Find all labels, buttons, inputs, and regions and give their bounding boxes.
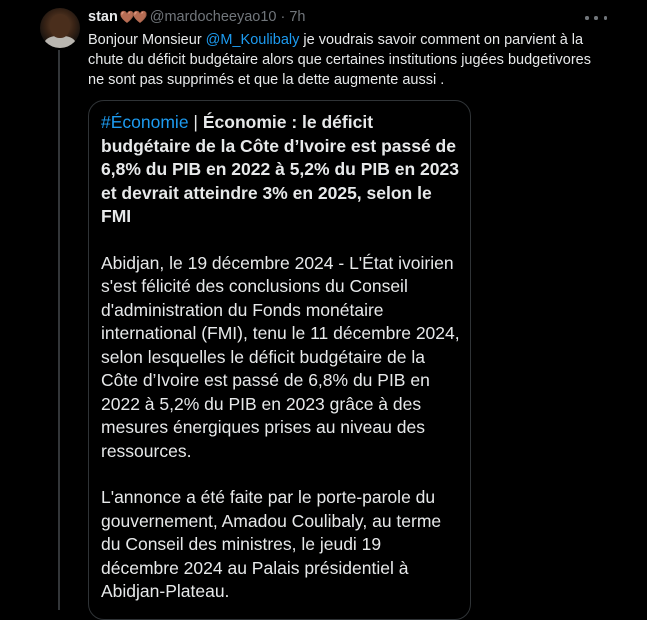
card-paragraph-1: Abidjan, le 19 décembre 2024 - L'État iv… <box>101 252 460 461</box>
more-horizontal-icon[interactable] <box>585 10 607 26</box>
separator-dot: · <box>280 9 286 25</box>
tweet-text: Bonjour Monsieur @M_Koulibaly je voudrai… <box>88 30 608 90</box>
user-handle[interactable]: @mardocheeyao10 <box>150 9 277 25</box>
mention-link[interactable]: @M_Koulibaly <box>206 32 300 48</box>
tweet-text-start: Bonjour Monsieur <box>88 32 206 48</box>
display-name[interactable]: stan <box>88 9 118 25</box>
tweet-header: stan 🤎🤎 @mardocheeyao10 · 7h <box>88 9 305 25</box>
more-dot <box>594 16 598 20</box>
card-content: #Économie | Économie : le déficit budgét… <box>101 111 463 604</box>
more-dot <box>585 16 589 20</box>
hashtag-link[interactable]: #Économie <box>101 112 189 132</box>
timestamp[interactable]: 7h <box>289 9 305 25</box>
thread-line <box>58 50 60 610</box>
card-paragraph-2: L'annonce a été faite par le porte-parol… <box>101 487 442 601</box>
title-separator: | <box>188 112 203 132</box>
more-dot <box>603 16 607 20</box>
tweet[interactable]: stan 🤎🤎 @mardocheeyao10 · 7h Bonjour Mon… <box>0 0 647 620</box>
avatar[interactable] <box>40 8 80 48</box>
card-title: #Économie | Économie : le déficit budgét… <box>101 111 463 229</box>
quoted-card[interactable]: #Économie | Économie : le déficit budgét… <box>88 100 471 620</box>
name-emoji: 🤎🤎 <box>119 10 148 24</box>
avatar-face-shape <box>50 14 70 38</box>
